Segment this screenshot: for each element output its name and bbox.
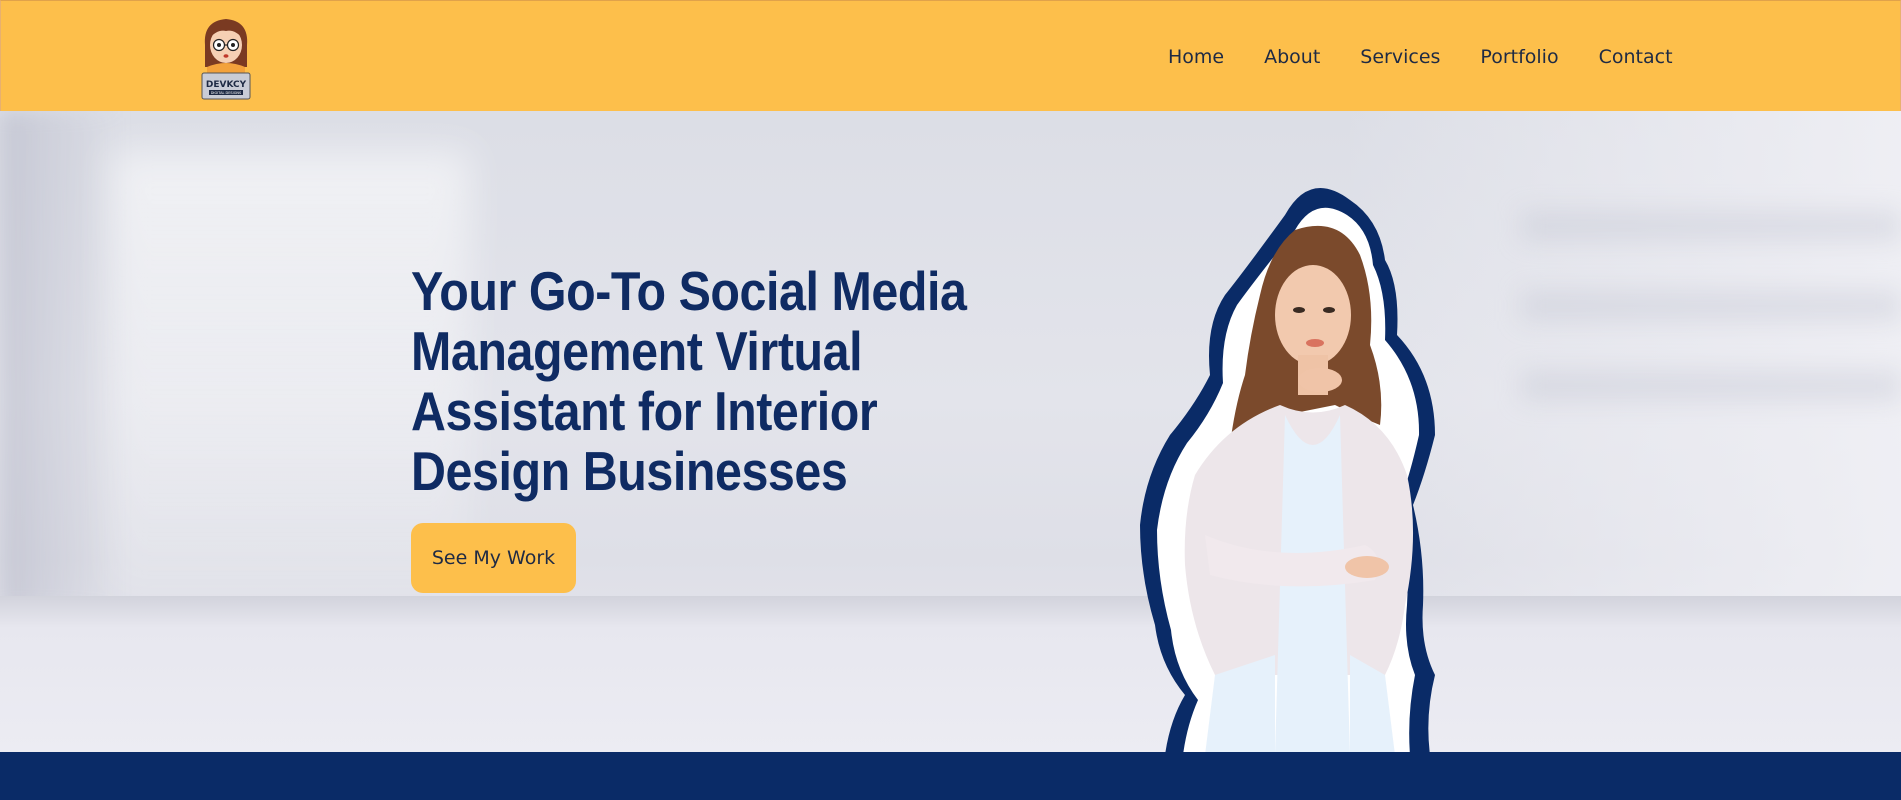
site-header: DEVKCY DIGITAL DESIGNS Home About Servic… (0, 0, 1901, 111)
hero-background-stripe (1521, 371, 1901, 401)
hero-title: Your Go-To Social Media Management Virtu… (411, 260, 967, 502)
nav-about[interactable]: About (1264, 43, 1320, 71)
see-my-work-button[interactable]: See My Work (411, 523, 576, 593)
nav-portfolio[interactable]: Portfolio (1480, 43, 1558, 71)
logo-text: DEVKCY (206, 80, 247, 90)
site-logo[interactable]: DEVKCY DIGITAL DESIGNS (199, 15, 253, 101)
hero-section: Your Go-To Social Media Management Virtu… (0, 111, 1901, 752)
avatar-logo-icon: DEVKCY DIGITAL DESIGNS (201, 19, 251, 100)
page: DEVKCY DIGITAL DESIGNS Home About Servic… (0, 0, 1901, 800)
hero-background-stripe (1521, 291, 1901, 321)
nav-contact[interactable]: Contact (1599, 43, 1673, 71)
bottom-band (0, 752, 1901, 800)
hero-background-shade (0, 111, 120, 611)
hero-background-floor (0, 596, 1901, 752)
logo-subtext: DIGITAL DESIGNS (211, 91, 242, 95)
nav-home[interactable]: Home (1168, 43, 1224, 71)
main-nav: Home About Services Portfolio Contact (1168, 43, 1673, 71)
nav-services[interactable]: Services (1360, 43, 1440, 71)
hero-background-stripe (1521, 211, 1901, 241)
portrait-photo (1135, 175, 1515, 752)
